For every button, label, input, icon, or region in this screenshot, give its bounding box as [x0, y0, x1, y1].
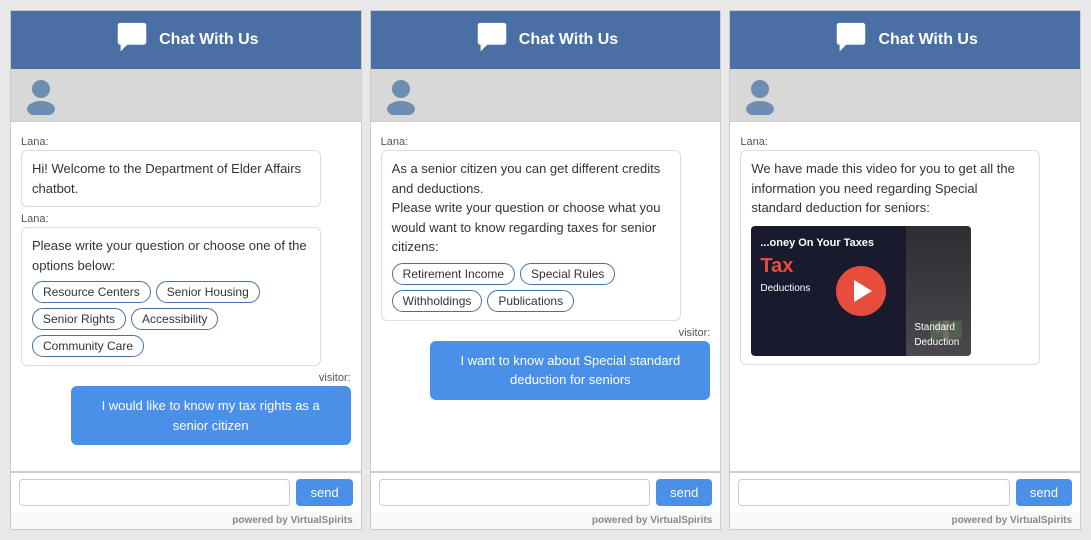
play-button[interactable] — [836, 266, 886, 316]
chat-messages-3: Lana: We have made this video for you to… — [730, 121, 1080, 472]
visitor-bubble-1: I would like to know my tax rights as a … — [71, 386, 351, 445]
chat-header-title-1: Chat With Us — [159, 31, 258, 49]
video-thumbnail[interactable]: ...oney On Your Taxes Tax Deductions 💵 S… — [751, 226, 971, 356]
visitor-label-2: visitor: — [381, 327, 711, 339]
bot-bubble-3a: We have made this video for you to get a… — [740, 150, 1040, 365]
option-btn-resource-centers[interactable]: Resource Centers — [32, 281, 151, 303]
powered-by-2: powered by VirtualSpirits — [371, 512, 721, 529]
powered-by-3: powered by VirtualSpirits — [730, 512, 1080, 529]
send-button-3[interactable]: send — [1016, 479, 1072, 506]
chat-input-area-2: send — [371, 472, 721, 512]
option-btn-special-rules[interactable]: Special Rules — [520, 263, 615, 285]
visitor-label-1: visitor: — [21, 372, 351, 384]
chat-input-area-1: send — [11, 472, 361, 512]
chat-widget-2: Chat With Us Lana: As a senior citizen y… — [370, 10, 722, 530]
bot-bubble-1a: Hi! Welcome to the Department of Elder A… — [21, 150, 321, 207]
option-buttons-1: Resource Centers Senior Housing Senior R… — [32, 281, 310, 357]
chat-input-3[interactable] — [738, 479, 1009, 506]
option-btn-senior-rights[interactable]: Senior Rights — [32, 308, 126, 330]
chat-header-1: Chat With Us — [11, 11, 361, 69]
chat-icon-1 — [113, 21, 151, 59]
powered-by-1: powered by VirtualSpirits — [11, 512, 361, 529]
chat-avatar-area-3 — [730, 69, 1080, 121]
avatar-icon-2 — [381, 75, 421, 115]
chat-input-area-3: send — [730, 472, 1080, 512]
chat-icon-3 — [832, 21, 870, 59]
option-btn-senior-housing[interactable]: Senior Housing — [156, 281, 260, 303]
bot-bubble-1b: Please write your question or choose one… — [21, 227, 321, 366]
option-buttons-2: Retirement Income Special Rules Withhold… — [392, 263, 670, 312]
send-button-2[interactable]: send — [656, 479, 712, 506]
chat-widget-3: Chat With Us Lana: We have made this vid… — [729, 10, 1081, 530]
option-btn-community-care[interactable]: Community Care — [32, 335, 144, 357]
chat-input-1[interactable] — [19, 479, 290, 506]
chat-icon-2 — [473, 21, 511, 59]
video-standard-deduction: StandardDeduction — [914, 320, 959, 350]
send-button-1[interactable]: send — [296, 479, 352, 506]
sender-label-3a: Lana: — [740, 136, 1070, 148]
sender-label-1a: Lana: — [21, 136, 351, 148]
chat-input-2[interactable] — [379, 479, 650, 506]
chat-messages-1: Lana: Hi! Welcome to the Department of E… — [11, 121, 361, 472]
avatar-icon-1 — [21, 75, 61, 115]
chat-avatar-area-2 — [371, 69, 721, 121]
chat-header-3: Chat With Us — [730, 11, 1080, 69]
chat-messages-2: Lana: As a senior citizen you can get di… — [371, 121, 721, 472]
sender-label-2a: Lana: — [381, 136, 711, 148]
avatar-icon-3 — [740, 75, 780, 115]
option-btn-withholdings[interactable]: Withholdings — [392, 290, 483, 312]
option-btn-publications[interactable]: Publications — [487, 290, 574, 312]
chat-widget-1: Chat With Us Lana: Hi! Welcome to the De… — [10, 10, 362, 530]
chat-avatar-area-1 — [11, 69, 361, 121]
option-btn-accessibility[interactable]: Accessibility — [131, 308, 218, 330]
sender-label-1b: Lana: — [21, 213, 351, 225]
chat-header-title-2: Chat With Us — [519, 31, 618, 49]
bot-bubble-2a: As a senior citizen you can get differen… — [381, 150, 681, 321]
play-triangle-icon — [854, 280, 872, 302]
option-btn-retirement-income[interactable]: Retirement Income — [392, 263, 515, 285]
chat-header-2: Chat With Us — [371, 11, 721, 69]
chat-header-title-3: Chat With Us — [878, 31, 977, 49]
visitor-bubble-2: I want to know about Special standard de… — [430, 341, 710, 400]
